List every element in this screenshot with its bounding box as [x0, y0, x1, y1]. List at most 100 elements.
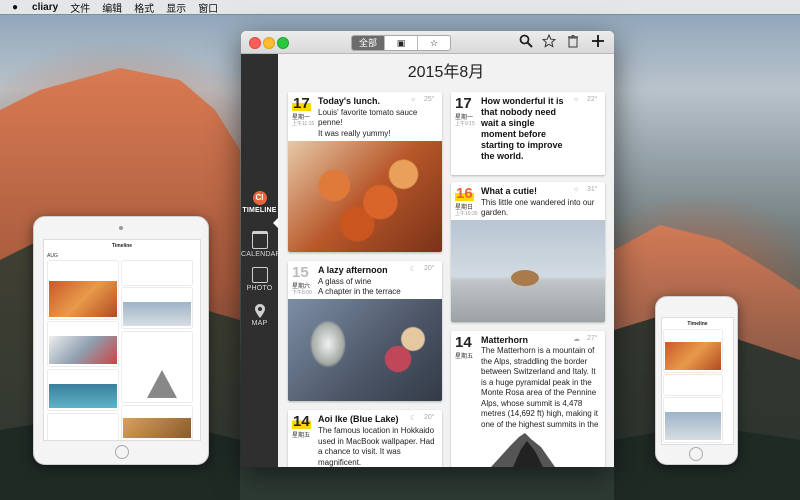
chipmunk-photo	[665, 412, 721, 440]
home-button[interactable]	[689, 447, 703, 461]
entry-text-line: used in MacBook wallpaper. Had	[318, 436, 435, 446]
menu-format[interactable]: 格式	[134, 0, 154, 15]
entry-title: Matterhorn	[481, 335, 528, 345]
weather-icon: ☼	[573, 186, 580, 193]
moon-icon: ☾	[410, 415, 417, 422]
entry-day: 14	[455, 334, 472, 351]
entry-card[interactable]: 17 星期一 上午11:15 Today's lunch. ☼ 25° Loui…	[288, 92, 442, 252]
mountain-sketch	[491, 433, 555, 467]
entry-title: What a cutie!	[481, 186, 538, 196]
calendar-icon	[251, 231, 268, 249]
pasta-photo	[665, 342, 721, 370]
entry-text-line: It was really yummy!	[318, 129, 391, 138]
entry-title: Aoi Ike (Blue Lake)	[318, 414, 399, 424]
title-bar: 全部 ▣ ☆	[241, 31, 614, 54]
apple-icon[interactable]: ●	[12, 2, 18, 13]
entry-text-line: magnificent.	[318, 457, 362, 467]
entry-day: 16	[455, 185, 474, 202]
sidebar: Cl TIMELINE CALENDAR PHOTO MAP	[241, 54, 281, 467]
entry-card[interactable]: 15 星期六 下午8:00 A lazy afternoon ☾ 20° A g…	[288, 261, 442, 401]
entry-card[interactable]: 17 星期一 上午9:15 How wonderful it is that n…	[451, 92, 605, 175]
sidebar-item-timeline[interactable]: Cl TIMELINE	[241, 191, 278, 214]
home-button[interactable]	[115, 445, 129, 459]
entry-card[interactable]: 14 星期五 Aoi Ike (Blue Lake) ☾ 20° The fam…	[288, 410, 442, 467]
ipad-device: Timeline AUG	[33, 216, 209, 465]
sidebar-item-map[interactable]: MAP	[241, 304, 278, 327]
weather-icon: ☁	[573, 336, 580, 343]
sidebar-item-photo[interactable]: PHOTO	[241, 267, 278, 292]
entry-time: 下午8:00	[292, 290, 312, 296]
mini-card	[122, 332, 192, 402]
mini-card	[48, 322, 118, 366]
entry-text-line: is a huge pyramidal peak in the	[481, 377, 592, 387]
menu-edit[interactable]: 编辑	[102, 0, 122, 15]
iphone-screen: Timeline	[661, 317, 734, 445]
moon-icon: ☾	[410, 266, 417, 273]
entry-day: 15	[292, 264, 309, 281]
entry-title: How wonderful it is that nobody need wai…	[481, 96, 564, 161]
entry-text-line: between Switzerland and Italy. It	[481, 367, 596, 376]
entry-text-line: penne!	[318, 118, 343, 127]
entry-weekday: 星期五	[292, 433, 311, 439]
weather-icon: ☼	[410, 96, 417, 103]
sidebar-item-label: MAP	[251, 320, 268, 327]
menu-window[interactable]: 窗口	[198, 0, 218, 15]
chipmunk-shape	[511, 270, 539, 286]
wine-photo	[288, 299, 442, 401]
mini-card	[48, 414, 118, 440]
photo-icon	[251, 267, 268, 283]
entry-time: 上午10:30	[455, 211, 478, 217]
mountain-sketch	[147, 370, 177, 398]
mini-card	[48, 261, 118, 319]
search-icon[interactable]	[518, 34, 534, 50]
menu-file[interactable]: 文件	[70, 0, 90, 15]
add-entry-icon[interactable]	[590, 34, 606, 50]
zoom-button[interactable]	[277, 37, 289, 49]
chipmunk-photo	[451, 220, 605, 322]
timeline-content: 2015年8月 17 星期一 上午11:15 Today's lunch. ☼ …	[278, 54, 614, 467]
entry-weekday: 星期五	[455, 354, 474, 360]
sidebar-item-label: TIMELINE	[242, 207, 277, 214]
entry-temp: 25°	[424, 96, 435, 103]
entry-text-line: Alps, whose summit is 4,478	[481, 398, 583, 408]
iphone-title: Timeline	[687, 321, 708, 327]
map-pin-icon	[254, 304, 265, 318]
entry-text-line: This little one wandered into our	[481, 198, 595, 207]
minimize-button[interactable]	[263, 37, 275, 49]
entry-text-line: A chapter in the terrace	[318, 287, 401, 296]
filter-all-tab[interactable]: 全部	[352, 36, 385, 50]
mini-card	[122, 261, 192, 285]
camera-icon	[119, 226, 123, 230]
mini-card	[664, 330, 722, 372]
entry-card[interactable]: 16 星期日 上午10:30 What a cutie! ☼ 31° This …	[451, 182, 605, 322]
weather-icon: ☼	[573, 96, 580, 103]
entry-title: A lazy afternoon	[318, 265, 388, 275]
menu-view[interactable]: 显示	[166, 0, 186, 15]
mini-card	[664, 398, 722, 442]
entry-time: 上午9:15	[455, 121, 475, 127]
entry-temp: 20°	[424, 265, 435, 272]
cliary-logo-icon: Cl	[252, 191, 267, 205]
entry-title: Today's lunch.	[318, 96, 380, 106]
entry-text-line: the Alps, straddling the border	[481, 356, 588, 366]
entry-text-line: a chance to visit. It was	[318, 447, 401, 456]
chipmunk-photo	[123, 302, 191, 326]
entry-text-line: A glass of wine	[318, 277, 372, 286]
entry-temp: 31°	[587, 186, 598, 193]
sidebar-item-calendar[interactable]: CALENDAR	[241, 231, 281, 258]
filter-photo-tab[interactable]: ▣	[385, 36, 418, 50]
entry-card[interactable]: 14 星期五 Matterhorn ☁ 27° The Matterhorn i…	[451, 331, 605, 467]
entry-time: 上午11:15	[292, 121, 315, 127]
star-icon[interactable]	[541, 33, 557, 50]
pasta-photo	[49, 281, 117, 317]
menu-app-name[interactable]: cliary	[32, 2, 58, 13]
entry-temp: 20°	[424, 414, 435, 421]
mini-card	[48, 370, 118, 410]
filter-segmented-control: 全部 ▣ ☆	[351, 35, 451, 51]
trash-icon[interactable]	[565, 34, 581, 50]
close-button[interactable]	[249, 37, 261, 49]
filter-star-tab[interactable]: ☆	[418, 36, 450, 50]
entry-text-line: Louis' favorite tomato sauce	[318, 108, 418, 117]
lake-photo	[49, 384, 117, 408]
mini-card	[664, 375, 722, 395]
